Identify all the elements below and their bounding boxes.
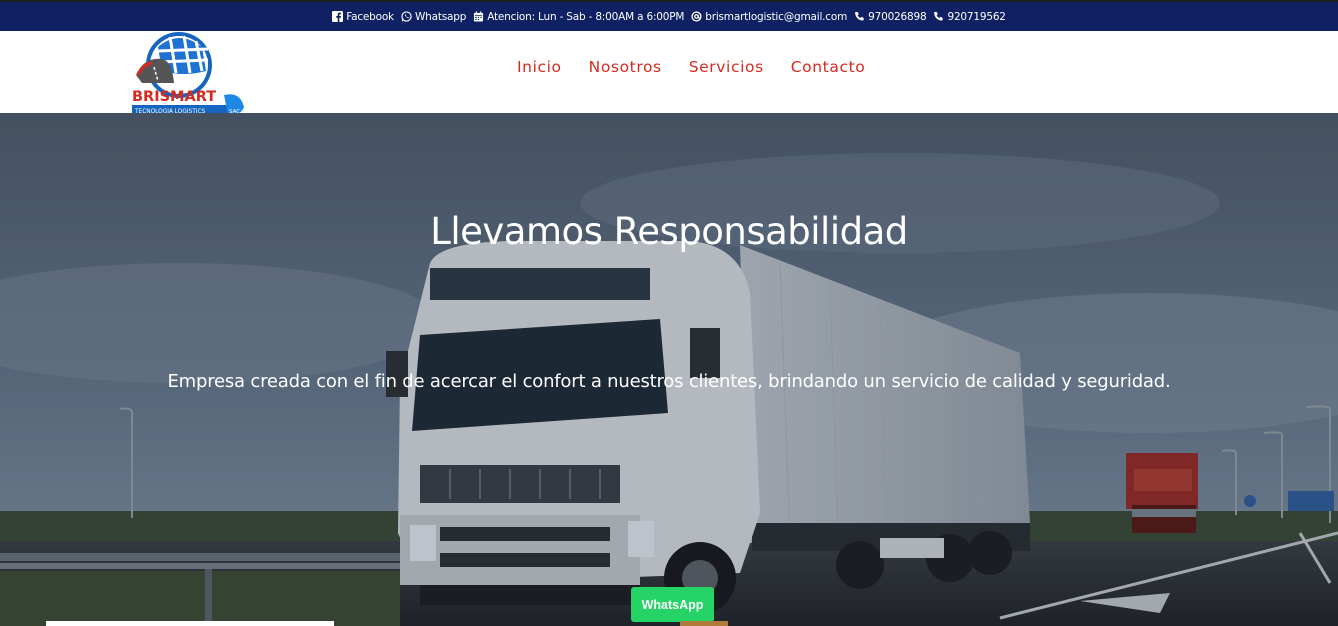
phone-link-1[interactable]: 970026898 [854,10,927,23]
brand-logo[interactable]: BRISMART TECNOLOGIA LOGISTICS SAC [128,31,248,123]
phone-icon [934,11,944,21]
facebook-label: Facebook [346,10,394,23]
main-nav: Inicio Nosotros Servicios Contacto [517,58,865,76]
email-label: brismartlogistic@gmail.com [705,10,848,23]
calendar-icon [474,11,484,22]
hours-label: Atencion: Lun - Sab - 8:00AM a 6:00PM [487,10,685,23]
at-sign-icon [691,11,702,22]
hours-info: Atencion: Lun - Sab - 8:00AM a 6:00PM [473,11,684,23]
top-info-bar: Facebook Whatsapp Atencion: Lun - Sab - … [0,0,1338,31]
bottom-tab-edge [680,621,728,626]
nav-link-nosotros[interactable]: Nosotros [589,58,662,76]
whatsapp-label: Whatsapp [414,10,467,23]
facebook-icon [332,11,344,22]
phone-label-1: 970026898 [868,10,927,23]
whatsapp-link[interactable]: Whatsapp [401,11,466,23]
hero-title: Llevamos Responsabilidad [430,210,908,253]
site-header: BRISMART TECNOLOGIA LOGISTICS SAC Inicio… [0,31,1338,116]
hero-subtitle: Empresa creada con el fin de acercar el … [167,371,1171,392]
whatsapp-chat-button[interactable]: WhatsApp [631,587,714,622]
phone-icon [855,11,864,21]
facebook-link[interactable]: Facebook [332,11,394,23]
nav-link-contacto[interactable]: Contacto [791,58,866,76]
phone-label-2: 920719562 [947,10,1006,23]
nav-link-servicios[interactable]: Servicios [689,58,764,76]
phone-link-2[interactable]: 920719562 [933,10,1006,23]
email-link[interactable]: brismartlogistic@gmail.com [691,11,847,23]
logo-brand-text: BRISMART [132,89,216,105]
hero-banner: Llevamos Responsabilidad Empresa creada … [0,113,1338,626]
bottom-panel-edge [46,621,334,626]
nav-link-inicio[interactable]: Inicio [517,58,562,76]
whatsapp-icon [401,11,412,22]
hero-background-image [0,113,1338,626]
